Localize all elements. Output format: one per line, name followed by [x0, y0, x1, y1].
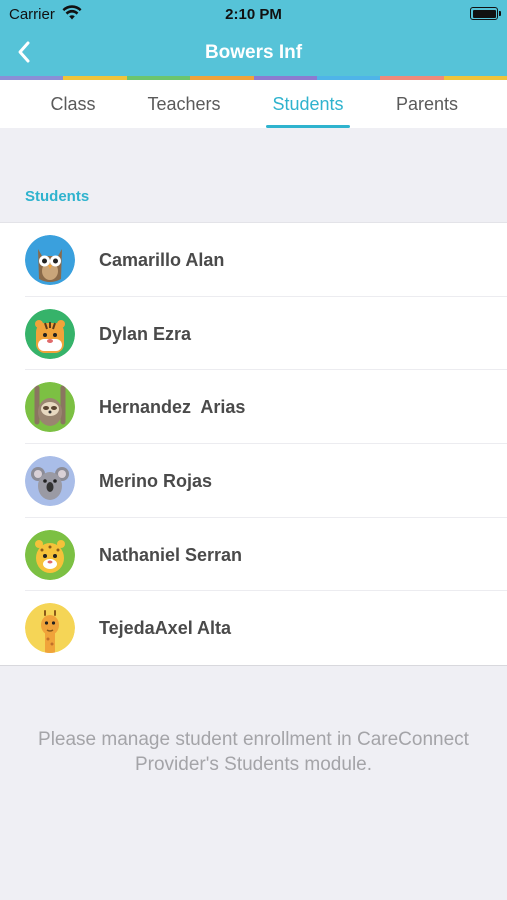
- tab-label: Parents: [395, 94, 459, 114]
- tab-bar: Class Teachers Students Parents: [0, 80, 507, 128]
- enrollment-note: Please manage student enrollment in Care…: [38, 729, 469, 775]
- tab-parents[interactable]: Parents: [388, 80, 466, 128]
- tiger-avatar: [25, 308, 75, 359]
- student-name: Merino Rojas: [99, 471, 213, 492]
- tab-teachers[interactable]: Teachers: [140, 80, 228, 128]
- status-bar: Carrier 2:10 PM: [0, 0, 507, 28]
- sloth-avatar: [25, 382, 75, 433]
- koala-avatar: [25, 456, 75, 507]
- student-name: Nathaniel Serran: [99, 544, 243, 565]
- tab-class[interactable]: Class: [36, 80, 110, 128]
- tab-label: Teachers: [147, 94, 221, 114]
- giraffe-avatar: [25, 603, 75, 654]
- student-name: TejedaAxel Alta: [99, 618, 232, 639]
- student-row[interactable]: Dylan Ezra: [0, 297, 507, 371]
- battery-icon: [470, 7, 501, 20]
- student-name: Camarillo Alan: [99, 250, 225, 270]
- tab-students[interactable]: Students: [266, 80, 350, 128]
- tab-label: Class: [50, 94, 96, 114]
- active-tab-indicator: [266, 125, 350, 128]
- owl-avatar: [25, 235, 75, 285]
- section-header: Students: [25, 188, 90, 205]
- student-name: Dylan Ezra: [99, 323, 192, 344]
- page-title: Bowers Inf: [204, 42, 303, 63]
- clock: 2:10 PM: [225, 6, 282, 23]
- leopard-avatar: [25, 529, 75, 580]
- student-list: Camarillo Alan Dylan Ezra Hernandez Aria…: [0, 222, 507, 667]
- student-row[interactable]: Merino Rojas: [0, 444, 507, 518]
- student-name: Hernandez Arias: [99, 397, 246, 418]
- tab-label: Students: [272, 94, 344, 114]
- student-row[interactable]: Camarillo Alan: [0, 223, 507, 297]
- student-row[interactable]: Hernandez Arias: [0, 370, 507, 445]
- student-row[interactable]: Nathaniel Serran: [0, 518, 507, 592]
- navigation-bar: Bowers Inf: [0, 28, 507, 76]
- student-row[interactable]: TejedaAxel Alta: [0, 591, 507, 665]
